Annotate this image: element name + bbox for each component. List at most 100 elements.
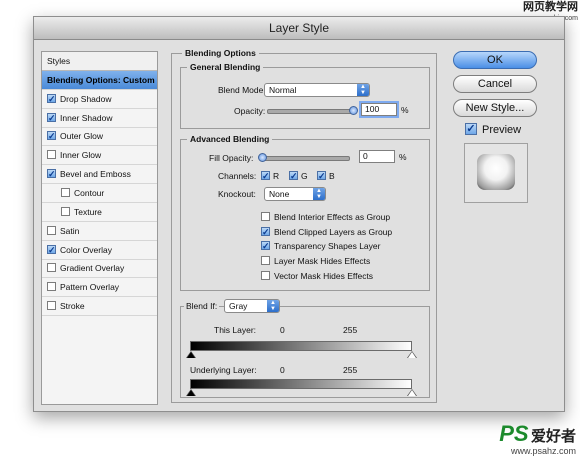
this-layer-max: 255 (343, 325, 358, 335)
sidebar-item-outer-glow[interactable]: ✓ Outer Glow (42, 127, 157, 147)
checkbox[interactable] (47, 301, 56, 311)
transparency-shapes-layer-checkbox[interactable]: ✓ (261, 241, 270, 251)
sidebar-item-label: Stroke (60, 301, 85, 312)
this-layer-min: 0 (280, 325, 285, 335)
preview-checkbox[interactable]: ✓ (465, 123, 477, 135)
fill-opacity-slider[interactable] (262, 156, 350, 161)
cancel-button[interactable]: Cancel (453, 75, 537, 93)
blend-if-label: Blend If: (184, 301, 220, 311)
sidebar-item-label: Inner Shadow (60, 112, 113, 123)
sidebar-item-label: Outer Glow (60, 131, 103, 142)
sidebar-item-contour[interactable]: Contour (42, 184, 157, 203)
advanced-blending-title: Advanced Blending (187, 134, 273, 144)
vector-mask-hides-effects-checkbox[interactable] (261, 270, 270, 280)
underlying-max: 255 (343, 365, 358, 375)
preview-swatch (477, 154, 515, 190)
general-blending-group: General Blending Blend Mode: Normal ▲ ▼ O… (180, 62, 430, 129)
sidebar-item-drop-shadow[interactable]: ✓ Drop Shadow (42, 90, 157, 109)
select-arrows-icon: ▲ ▼ (267, 300, 279, 312)
sidebar-item-label: Drop Shadow (60, 93, 112, 104)
ps-logo-cn: 爱好者 (530, 428, 576, 445)
sidebar-item-label: Gradient Overlay (60, 263, 125, 274)
fill-opacity-unit: % (399, 152, 407, 162)
sidebar-item-label: Color Overlay (60, 244, 112, 255)
sidebar-item-label: Satin (60, 225, 80, 236)
opacity-label: Opacity: (234, 106, 266, 116)
checkbox[interactable] (61, 187, 70, 197)
sidebar-item-pattern-overlay[interactable]: Pattern Overlay (42, 278, 157, 298)
sidebar-item-label: Styles (47, 56, 71, 66)
checkbox[interactable] (47, 263, 56, 273)
blend-if-value: Gray (229, 301, 248, 311)
channel-g-label: G (301, 171, 308, 181)
checkbox[interactable] (47, 282, 56, 292)
sidebar-item-blending-options-custom[interactable]: Blending Options: Custom (42, 70, 157, 90)
slider-black-icon (187, 390, 195, 396)
sidebar-item-label: Bevel and Emboss (60, 169, 131, 180)
blend-mode-select[interactable]: Normal ▲ ▼ (264, 83, 370, 97)
advanced-option-label: Transparency Shapes Layer (274, 241, 381, 252)
new-style-button[interactable]: New Style... (453, 99, 537, 117)
channel-b-checkbox[interactable]: ✓ (317, 171, 326, 181)
opacity-slider[interactable] (267, 109, 355, 114)
channel-b-label: B (329, 171, 335, 181)
sidebar-item-label: Texture (74, 206, 102, 217)
checkbox[interactable]: ✓ (47, 93, 56, 103)
blend-clipped-layers-as-group-checkbox[interactable]: ✓ (261, 226, 270, 236)
opacity-input[interactable]: 100 (361, 103, 397, 116)
sidebar-item-texture[interactable]: Texture (42, 203, 157, 222)
watermark-site-name: 网页教学网 (523, 1, 578, 13)
underlying-layer-label: Underlying Layer: (190, 365, 257, 375)
layer-style-dialog: Layer Style Styles Blending Options: Cust… (33, 16, 565, 412)
sidebar-item-gradient-overlay[interactable]: Gradient Overlay (42, 259, 157, 279)
preview-label: Preview (482, 124, 522, 136)
styles-sidebar: Styles Blending Options: Custom ✓ Drop Shad… (41, 51, 158, 405)
checkbox[interactable]: ✓ (47, 112, 56, 122)
knockout-select[interactable]: None ▲ ▼ (264, 187, 326, 201)
channel-g-checkbox[interactable]: ✓ (289, 171, 298, 181)
blending-options-group: Blending Options General Blending Blend … (171, 48, 437, 403)
dialog-titlebar: Layer Style (34, 17, 564, 40)
checkbox[interactable] (61, 206, 70, 216)
opacity-slider-knob[interactable] (349, 106, 358, 115)
layer-mask-hides-effects-checkbox[interactable] (261, 256, 270, 266)
preview-thumbnail (464, 143, 528, 203)
this-layer-gradient (190, 341, 412, 351)
fill-opacity-label: Fill Opacity: (209, 153, 254, 163)
fill-opacity-slider-knob[interactable] (258, 153, 267, 162)
sidebar-item-bevel-and-emboss[interactable]: ✓ Bevel and Emboss (42, 165, 157, 185)
checkbox[interactable]: ✓ (47, 169, 56, 179)
sidebar-item-styles[interactable]: Styles (42, 52, 157, 71)
sidebar-item-stroke[interactable]: Stroke (42, 297, 157, 317)
sidebar-item-inner-shadow[interactable]: ✓ Inner Shadow (42, 109, 157, 128)
fill-opacity-input[interactable]: 0 (359, 150, 395, 163)
checkbox[interactable]: ✓ (47, 244, 56, 254)
channel-r-checkbox[interactable]: ✓ (261, 171, 270, 181)
this-layer-label: This Layer: (214, 325, 257, 335)
sidebar-item-label: Pattern Overlay (60, 282, 120, 293)
sidebar-item-inner-glow[interactable]: Inner Glow (42, 146, 157, 166)
ps-logo-text: PS (499, 421, 529, 446)
advanced-blending-group: Advanced Blending Fill Opacity: 0 % Chan… (180, 134, 430, 291)
ps-logo-url: www.psahz.com (510, 446, 576, 456)
checkbox[interactable] (47, 225, 56, 235)
channels-label: Channels: (218, 171, 257, 181)
select-arrows-icon: ▲ ▼ (357, 84, 369, 96)
sidebar-item-label: Blending Options: Custom (47, 74, 155, 85)
blending-options-title: Blending Options (182, 48, 259, 58)
blend-interior-effects-as-group-checkbox[interactable] (261, 212, 270, 221)
checkbox[interactable] (47, 150, 56, 160)
blend-mode-label: Blend Mode: (218, 85, 266, 95)
sidebar-item-satin[interactable]: Satin (42, 222, 157, 241)
sidebar-item-color-overlay[interactable]: ✓ Color Overlay (42, 241, 157, 260)
advanced-option-label: Vector Mask Hides Effects (274, 270, 374, 281)
underlying-gradient (190, 379, 412, 389)
sidebar-item-label: Contour (74, 187, 105, 198)
general-blending-title: General Blending (187, 62, 264, 72)
knockout-label: Knockout: (218, 189, 256, 199)
checkbox[interactable]: ✓ (47, 131, 56, 141)
blend-if-select[interactable]: Gray ▲ ▼ (224, 299, 280, 313)
ok-button[interactable]: OK (453, 51, 537, 69)
blend-mode-value: Normal (269, 85, 297, 95)
slider-white-icon (408, 352, 416, 358)
